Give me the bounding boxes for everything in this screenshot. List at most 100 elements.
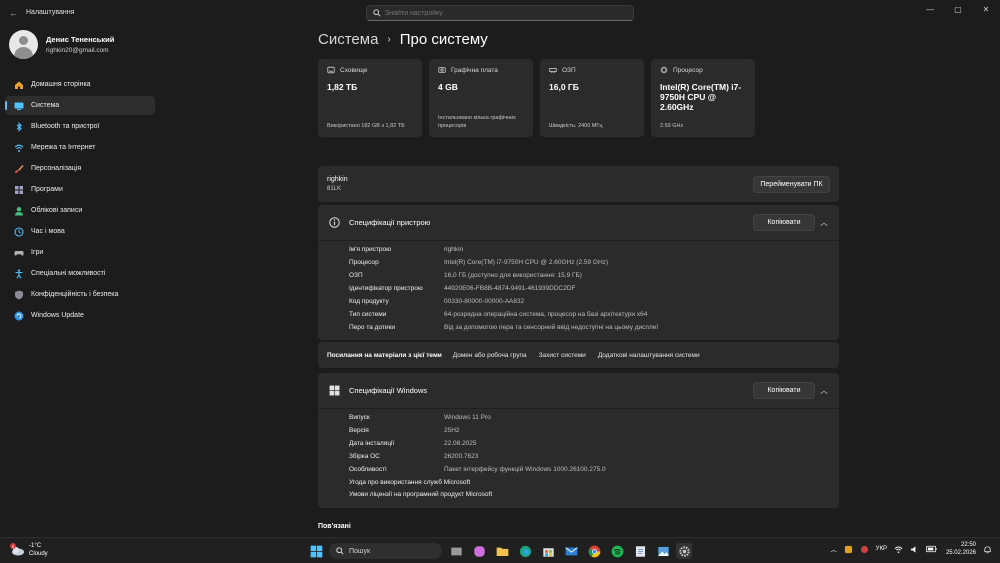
sidebar-item-time-language[interactable]: Час і мова — [5, 222, 155, 241]
edge-button[interactable] — [517, 543, 533, 559]
sidebar-item-label: Облікові записи — [31, 207, 83, 214]
battery-icon[interactable] — [926, 545, 937, 553]
search-input[interactable] — [385, 9, 625, 17]
sidebar-item-label: Windows Update — [31, 312, 84, 319]
spec-row: Процесор Intel(R) Core(TM) i7-9750H CPU @… — [349, 256, 658, 269]
user-profile[interactable]: Денис Тененський righkin20@gmail.com — [9, 30, 114, 59]
spec-row: Особливості Пакет інтерфейсу функцій Wind… — [349, 463, 606, 476]
sidebar-item-accounts[interactable]: Облікові записи — [5, 201, 155, 220]
close-button[interactable]: ✕ — [972, 0, 1000, 18]
chevron-up-icon[interactable]: ︿ — [820, 217, 830, 227]
task-view-icon — [450, 547, 462, 555]
sidebar-item-bluetooth[interactable]: Bluetooth та пристрої — [5, 117, 155, 136]
info-icon — [329, 217, 340, 228]
link-microsoft-services-agreement[interactable]: Угода про використання служб Microsoft — [349, 476, 606, 488]
tray-app-icon[interactable] — [844, 545, 853, 554]
cpu-icon — [660, 66, 668, 74]
store-button[interactable] — [540, 543, 556, 559]
settings-app-button[interactable] — [676, 543, 692, 559]
sidebar-item-apps[interactable]: Програми — [5, 180, 155, 199]
breadcrumb-parent[interactable]: Система — [318, 31, 378, 48]
store-icon — [542, 547, 554, 557]
related-links-bar: Посилання на матеріали з цієї теми Домен… — [318, 342, 839, 368]
spec-value: 64-розрядна операційна система, процесор… — [444, 311, 648, 318]
volume-icon[interactable] — [910, 545, 919, 554]
notepad-button[interactable] — [632, 543, 648, 559]
folder-icon — [496, 547, 508, 556]
sidebar-item-label: Час і мова — [31, 228, 65, 235]
sidebar-item-home[interactable]: Домашня сторінка — [5, 75, 155, 94]
wifi-icon[interactable] — [894, 545, 903, 554]
file-explorer-button[interactable] — [494, 543, 510, 559]
copilot-icon — [473, 545, 485, 557]
sidebar-item-label: Конфіденційність і безпека — [31, 291, 119, 298]
sidebar-nav: Домашня сторінка Система Bluetooth та пр… — [5, 75, 155, 327]
link-microsoft-license-terms[interactable]: Умови ліцензії на програмний продукт Mic… — [349, 488, 606, 500]
spec-row: Дата інсталяції 22.08.2025 — [349, 437, 606, 450]
ram-card[interactable]: ОЗП 16,0 ГБ Швидкість: 2400 МГц — [540, 59, 644, 137]
sidebar-item-network[interactable]: Мережа та Інтернет — [5, 138, 155, 157]
copy-windows-specs-button[interactable]: Копіювати — [753, 382, 815, 399]
pc-name-panel: righkin 81LK Перейменувати ПК — [318, 166, 839, 202]
cpu-card[interactable]: Процесор Intel(R) Core(TM) i7-9750H CPU … — [651, 59, 755, 137]
tray-language[interactable]: УКР — [876, 546, 887, 552]
home-icon — [14, 80, 24, 90]
storage-card[interactable]: Сховище 1,82 ТБ Використано 182 GB з 1,8… — [318, 59, 422, 137]
spec-label: Ідентифікатор пристрою — [349, 285, 423, 292]
back-arrow-icon[interactable]: ← — [9, 8, 18, 18]
spec-label: Ім'я пристрою — [349, 246, 391, 253]
sidebar-item-accessibility[interactable]: Спеціальні можливості — [5, 264, 155, 283]
sidebar-item-label: Ігри — [31, 249, 44, 256]
device-specs-header[interactable]: Специфікації пристрою Копіювати ︿ — [318, 205, 839, 240]
search-box[interactable] — [366, 5, 634, 21]
spotify-button[interactable] — [609, 543, 625, 559]
tray-game-icon[interactable] — [860, 545, 869, 554]
network-icon — [14, 143, 24, 153]
gpu-card[interactable]: Графічна плата 4 GB Інстальовано кілька … — [429, 59, 533, 137]
sidebar-item-windows-update[interactable]: Windows Update — [5, 306, 155, 325]
spec-value: Від за допомогою пера та сенсорний ввід … — [444, 324, 659, 331]
sidebar-item-personalization[interactable]: Персоналізація — [5, 159, 155, 178]
copilot-button[interactable] — [471, 543, 487, 559]
spec-value: righkin — [444, 246, 464, 253]
spec-value: Пакет інтерфейсу функцій Windows 1000.26… — [444, 466, 606, 473]
windows-specs-header[interactable]: Специфікації Windows Копіювати ︿ — [318, 373, 839, 408]
chevron-up-icon[interactable]: ︿ — [831, 545, 837, 554]
start-button[interactable] — [308, 543, 324, 559]
clock-globe-icon — [14, 226, 24, 237]
spec-row: Код продукту 00330-80000-00000-AA832 — [349, 295, 658, 308]
card-value: 16,0 ГБ — [549, 82, 579, 92]
spec-row: Збірка ОС 26200.7623 — [349, 450, 606, 463]
card-title: Процесор — [673, 66, 703, 74]
related-section-title: Пов'язані — [318, 523, 351, 530]
sidebar-item-gaming[interactable]: Ігри — [5, 243, 155, 262]
taskbar-search[interactable]: Пошук — [329, 543, 442, 559]
chrome-button[interactable] — [586, 543, 602, 559]
sidebar-item-label: Спеціальні можливості — [31, 270, 106, 277]
page-title: Про систему — [399, 31, 488, 48]
link-advanced-system-settings[interactable]: Додаткові налаштування системи — [598, 352, 700, 359]
summary-cards: Сховище 1,82 ТБ Використано 182 GB з 1,8… — [318, 59, 762, 137]
brush-icon — [14, 164, 24, 174]
sidebar-item-privacy[interactable]: Конфіденційність і безпека — [5, 285, 155, 304]
photos-button[interactable] — [655, 543, 671, 559]
link-domain-workgroup[interactable]: Домен або робоча група — [453, 352, 527, 359]
clock-time: 22:50 — [960, 542, 976, 548]
card-title: Сховище — [340, 66, 368, 74]
rename-pc-button[interactable]: Перейменувати ПК — [753, 176, 830, 193]
task-view-button[interactable] — [448, 543, 464, 559]
minimize-button[interactable]: — — [916, 0, 944, 18]
maximize-button[interactable]: ▢ — [944, 0, 972, 18]
weather-widget[interactable]: 1 -1°C Cloudy — [9, 542, 48, 558]
notification-bell-icon[interactable] — [983, 545, 992, 554]
clock[interactable]: 22:50 25.02.2026 — [946, 541, 976, 557]
chevron-up-icon[interactable]: ︿ — [820, 385, 830, 395]
accessibility-icon — [14, 269, 24, 279]
card-title: Графічна плата — [451, 66, 498, 74]
card-subtitle: Інстальовано кілька графічних процесорів — [438, 115, 516, 129]
copy-device-specs-button[interactable]: Копіювати — [753, 214, 815, 231]
outlook-button[interactable] — [563, 543, 579, 559]
sidebar-item-system[interactable]: Система — [5, 96, 155, 115]
spec-value: Intel(R) Core(TM) i7-9750H CPU @ 2.60GHz… — [444, 259, 609, 266]
link-system-protection[interactable]: Захист системи — [539, 352, 586, 359]
